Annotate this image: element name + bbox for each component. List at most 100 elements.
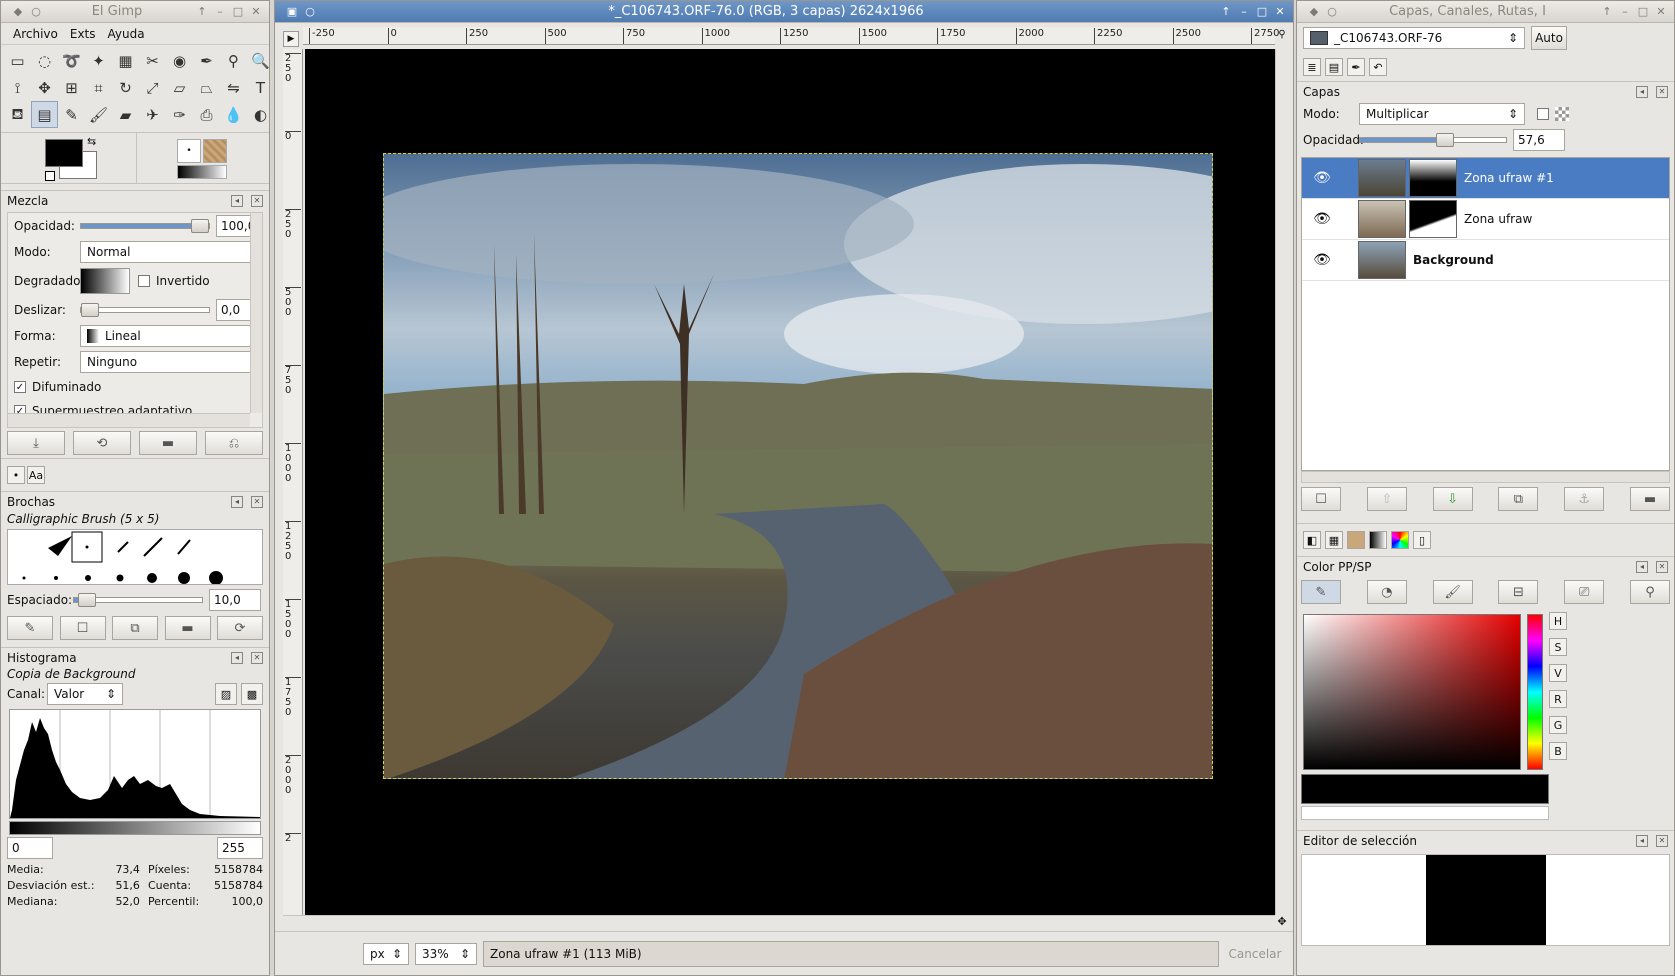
opacity-value[interactable]: 100,0 (216, 215, 252, 237)
close-icon[interactable]: ✕ (1654, 5, 1668, 19)
layer-name[interactable]: Zona ufraw (1464, 212, 1532, 226)
raise-layer-button[interactable]: ⇧ (1366, 487, 1407, 511)
color-select-icon[interactable]: ▦ (112, 47, 139, 74)
anchor-layer-button[interactable]: ⚓ (1564, 487, 1605, 511)
edit-brush-button[interactable]: ✎ (7, 616, 53, 640)
palette-tab-icon[interactable]: ▦ (1325, 531, 1343, 549)
delete-layer-button[interactable]: ▬ (1629, 487, 1670, 511)
mode-combo[interactable]: Normal (80, 241, 252, 263)
delete-options-button[interactable]: ▬ (139, 431, 197, 455)
blend-icon[interactable]: ▤ (31, 101, 58, 128)
shade-icon[interactable]: ↑ (1219, 5, 1233, 19)
horizontal-scrollbar[interactable] (283, 915, 1275, 929)
vertical-scrollbar[interactable] (1275, 49, 1289, 915)
eraser-icon[interactable]: ▰ (112, 101, 139, 128)
mezcla-scrollbar[interactable] (250, 213, 262, 413)
measure-icon[interactable]: ⟟ (4, 74, 31, 101)
layers-titlebar[interactable]: ◆ ○ Capas, Canales, Rutas, I ↑ – □ ✕ (1297, 1, 1674, 23)
close-dock-icon[interactable]: ✕ (251, 651, 263, 664)
unit-combo[interactable]: px ⇕ (363, 942, 409, 965)
close-dock-icon[interactable]: ✕ (1656, 85, 1668, 98)
hue-strip[interactable] (1527, 614, 1543, 770)
layer-opacity-slider[interactable] (1359, 133, 1507, 147)
layer-thumbnail[interactable] (1358, 200, 1406, 238)
image-titlebar[interactable]: ▣ ○ *_C106743.ORF-76.0 (RGB, 3 capas) 26… (275, 1, 1293, 23)
scales-selector-button[interactable]: ⊟ (1498, 580, 1539, 604)
rotate-icon[interactable]: ↻ (112, 74, 139, 101)
paintbrush-icon[interactable]: 🖌 (85, 101, 112, 128)
dodge-burn-icon[interactable]: ◐ (247, 101, 269, 128)
cmyk-selector-button[interactable]: ⎚ (1564, 580, 1605, 604)
visibility-eye-icon[interactable]: 👁 (1302, 170, 1342, 186)
tab-menu-icon[interactable]: ◂ (1636, 560, 1648, 573)
toolbox-titlebar[interactable]: ◆ ○ El Gimp ↑ – □ ✕ (1, 1, 269, 23)
shade-icon[interactable]: ↑ (1600, 5, 1614, 19)
layer-thumbnail[interactable] (1358, 241, 1406, 279)
zoom-toggle-icon[interactable]: ⚲ (1275, 29, 1289, 43)
layers-tab-icon[interactable]: ≣ (1303, 58, 1321, 76)
airbrush-icon[interactable]: ✈ (139, 101, 166, 128)
selection-preview[interactable] (1425, 855, 1546, 945)
layer-mask-thumbnail[interactable] (1409, 159, 1457, 197)
mezcla-hscrollbar[interactable] (8, 413, 250, 427)
foreground-color-swatch[interactable] (45, 139, 83, 167)
repeat-combo[interactable]: Ninguno (80, 351, 252, 373)
foreground-select-icon[interactable]: ◉ (166, 47, 193, 74)
current-color-bar[interactable] (1301, 774, 1549, 804)
ink-icon[interactable]: ✑ (166, 101, 193, 128)
maximize-icon[interactable]: □ (1636, 5, 1650, 19)
channel-tab-v[interactable]: V (1549, 664, 1567, 682)
offset-slider[interactable] (80, 303, 210, 317)
triangle-selector-button[interactable]: ◔ (1366, 580, 1407, 604)
close-dock-icon[interactable]: ✕ (251, 495, 263, 508)
gimp-selector-button[interactable]: ✎ (1301, 580, 1341, 604)
cancel-button[interactable]: Cancelar (1225, 947, 1285, 961)
fg-bg-tab-icon[interactable]: ◧ (1303, 531, 1321, 549)
tab-menu-icon[interactable]: ◂ (1636, 834, 1648, 847)
swap-colors-icon[interactable]: ⇆ (87, 135, 96, 148)
duplicate-brush-button[interactable]: ⧉ (112, 616, 158, 640)
layers-list[interactable]: 👁 Zona ufraw #1 👁 Zona ufraw 👁 Background (1301, 157, 1670, 471)
shade-icon[interactable]: ↑ (195, 5, 209, 19)
new-brush-button[interactable]: ☐ (59, 616, 106, 640)
clone-icon[interactable]: ⎙ (193, 101, 220, 128)
zoom-icon[interactable]: 🔍 (247, 47, 269, 74)
channels-tab-icon[interactable]: ▤ (1325, 58, 1343, 76)
inverted-checkbox[interactable] (138, 275, 150, 287)
saturation-value-square[interactable] (1303, 614, 1521, 770)
layer-opacity-value[interactable]: 57,6 (1513, 129, 1565, 151)
minimize-icon[interactable]: – (1618, 5, 1632, 19)
menu-exts[interactable]: Exts (64, 27, 102, 41)
offset-value[interactable]: 0,0 (216, 299, 252, 321)
layer-row[interactable]: 👁 Zona ufraw (1302, 199, 1669, 240)
sticky-icon[interactable]: ○ (303, 5, 317, 19)
channel-tab-r[interactable]: R (1549, 690, 1567, 708)
spacing-value[interactable]: 10,0 (209, 589, 261, 611)
range-min[interactable]: 0 (7, 837, 53, 859)
font-tab-icon[interactable]: Aa (27, 466, 45, 484)
close-dock-icon[interactable]: ✕ (1656, 560, 1668, 573)
vertical-ruler[interactable]: 2 5 0 0 2 5 0 5 0 0 7 5 0 1 0 0 0 1 2 5 0 1 5 0… (283, 49, 303, 915)
sticky-icon[interactable]: ○ (1325, 5, 1339, 19)
gradient-button[interactable] (80, 268, 130, 294)
undo-tab-icon[interactable]: ↶ (1369, 58, 1387, 76)
tab-menu-icon[interactable]: ◂ (1636, 85, 1648, 98)
log-histogram-icon[interactable]: ▩ (241, 683, 263, 705)
linear-histogram-icon[interactable]: ▨ (215, 683, 237, 705)
close-icon[interactable]: ✕ (1273, 5, 1287, 19)
crop-icon[interactable]: ⌗ (85, 74, 112, 101)
pencil-icon[interactable]: ✎ (58, 101, 85, 128)
window-menu-icon[interactable]: ◆ (1307, 5, 1321, 19)
image-select-combo[interactable]: _C106743.ORF-76 ⇕ (1303, 27, 1525, 49)
channel-tab-g[interactable]: G (1549, 716, 1567, 734)
restore-options-button[interactable]: ⟲ (73, 431, 131, 455)
paths-icon[interactable]: ✒ (193, 47, 220, 74)
brush-tab-icon[interactable]: • (7, 466, 25, 484)
minimize-icon[interactable]: – (1237, 5, 1251, 19)
layer-name[interactable]: Background (1413, 253, 1494, 267)
layers-hscrollbar[interactable] (1301, 471, 1670, 483)
photo-layer[interactable] (383, 153, 1213, 779)
save-options-button[interactable]: ⤓ (7, 431, 65, 455)
opacity-slider[interactable] (80, 219, 210, 233)
layer-row[interactable]: 👁 Zona ufraw #1 (1302, 158, 1669, 199)
